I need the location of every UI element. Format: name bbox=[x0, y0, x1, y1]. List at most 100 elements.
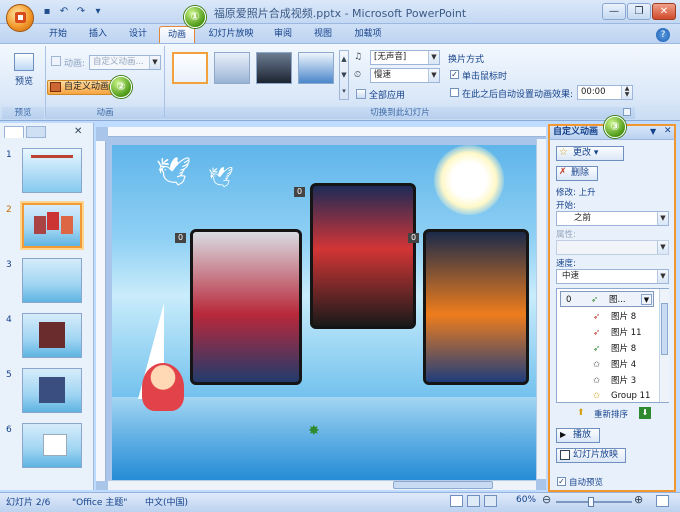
property-label: 属性: bbox=[556, 230, 576, 240]
player-photo-right[interactable] bbox=[423, 229, 529, 385]
modify-label: 修改: 上升 bbox=[556, 188, 596, 198]
zoom-in-icon[interactable]: ⊕ bbox=[634, 493, 643, 506]
preview-button[interactable]: 预览 bbox=[8, 50, 40, 92]
transition-fade[interactable] bbox=[214, 52, 250, 84]
move-down-icon[interactable]: ⬇ bbox=[639, 407, 651, 419]
tab-view[interactable]: 视图 bbox=[306, 26, 340, 43]
reorder-label: 重新排序 bbox=[594, 410, 629, 420]
outline-tab[interactable] bbox=[26, 126, 46, 138]
chevron-down-icon: ▼ bbox=[657, 241, 668, 254]
list-item[interactable]: ✩ Group 11 bbox=[557, 389, 659, 403]
list-item[interactable]: ✩ 图片 4 bbox=[557, 357, 659, 373]
sun-graphic bbox=[434, 145, 504, 215]
group-label-animation: 动画 bbox=[46, 107, 164, 119]
apply-all-button[interactable]: 全部应用 bbox=[369, 88, 405, 101]
cartoon-girl bbox=[142, 363, 184, 411]
vertical-ruler bbox=[96, 141, 106, 481]
anim-name: Group 11 bbox=[611, 391, 651, 401]
autopreview-checkbox[interactable]: ✓ bbox=[557, 477, 566, 486]
close-button[interactable]: ✕ bbox=[652, 3, 676, 20]
slide-thumbnail-3[interactable] bbox=[22, 258, 82, 303]
anim-name: 图片 8 bbox=[611, 312, 637, 322]
zoom-level[interactable]: 60% bbox=[516, 495, 536, 505]
start-dropdown[interactable]: 之前 ▼ bbox=[556, 211, 669, 226]
slide-thumbnail-1[interactable] bbox=[22, 148, 82, 193]
transition-cut[interactable] bbox=[298, 52, 334, 84]
move-up-icon[interactable]: ⬆ bbox=[577, 408, 585, 418]
tab-addins[interactable]: 加载项 bbox=[346, 26, 390, 43]
thumb-photo bbox=[61, 216, 73, 234]
tab-animations[interactable]: 动画 bbox=[159, 26, 195, 43]
language-indicator[interactable]: 中文(中国) bbox=[145, 495, 188, 508]
list-item[interactable]: ➶ 图片 8 bbox=[557, 341, 659, 357]
after-time-checkbox[interactable] bbox=[450, 88, 459, 97]
thumb-photo bbox=[43, 434, 67, 456]
group-label-transition: 切换到此幻灯片 bbox=[165, 107, 635, 119]
chevron-down-icon[interactable]: ▼ bbox=[641, 294, 652, 305]
speed-dropdown[interactable]: 中速 ▼ bbox=[556, 269, 669, 284]
close-pane-icon[interactable]: ✕ bbox=[664, 126, 672, 136]
slide-thumbnail-5[interactable] bbox=[22, 368, 82, 413]
player-photo-left[interactable] bbox=[190, 229, 302, 385]
list-item[interactable]: ➶ 图片 8 bbox=[557, 309, 659, 325]
speed-dropdown[interactable]: 慢速 ▼ bbox=[370, 68, 440, 83]
slide-thumbnail-6[interactable] bbox=[22, 423, 82, 468]
tab-insert[interactable]: 插入 bbox=[80, 26, 116, 43]
animation-dropdown[interactable]: 自定义动画... ▼ bbox=[89, 55, 161, 70]
thumb-photo bbox=[34, 216, 46, 234]
start-label: 开始: bbox=[556, 201, 576, 211]
zoom-slider[interactable] bbox=[556, 501, 632, 503]
start-value: 之前 bbox=[574, 213, 592, 223]
on-click-label: 单击鼠标时 bbox=[462, 72, 508, 82]
list-item[interactable]: 0 ➶ 图... ▼ bbox=[560, 291, 654, 307]
slideshow-view-icon[interactable] bbox=[484, 495, 497, 507]
advance-heading: 换片方式 bbox=[448, 55, 485, 65]
sorter-view-icon[interactable] bbox=[467, 495, 480, 507]
after-time-input[interactable]: 00:00 ▲ ▼ bbox=[577, 85, 633, 100]
on-click-checkbox[interactable]: ✓ bbox=[450, 70, 459, 79]
player-photo-center[interactable] bbox=[310, 183, 416, 329]
tab-home[interactable]: 开始 bbox=[40, 26, 76, 43]
close-pane-icon[interactable]: ✕ bbox=[74, 126, 82, 137]
gallery-scroll[interactable]: ▲ ▼ ▾ bbox=[339, 50, 349, 100]
list-item[interactable]: ✩ 图片 3 bbox=[557, 373, 659, 389]
tab-review[interactable]: 审阅 bbox=[266, 26, 300, 43]
custom-animation-icon bbox=[50, 82, 61, 92]
animation-tag: 0 bbox=[294, 187, 305, 197]
list-item[interactable]: ➶ 图片 11 bbox=[557, 325, 659, 341]
task-pane-title: 自定义动画 bbox=[553, 127, 599, 137]
thumb-photo bbox=[39, 377, 65, 403]
anim-order: 0 bbox=[566, 295, 572, 305]
slide-indicator: 幻灯片 2/6 bbox=[6, 498, 51, 508]
list-scrollbar[interactable] bbox=[659, 289, 669, 402]
normal-view-icon[interactable] bbox=[450, 495, 463, 507]
horizontal-ruler bbox=[108, 127, 546, 137]
tab-slideshow[interactable]: 幻灯片放映 bbox=[202, 26, 260, 43]
pane-options-icon[interactable]: ▼ bbox=[650, 127, 656, 136]
zoom-slider-thumb[interactable] bbox=[588, 497, 594, 507]
slide-thumbnail-4[interactable] bbox=[22, 313, 82, 358]
dialog-launcher-icon[interactable] bbox=[623, 108, 631, 116]
restore-button[interactable]: ❐ bbox=[627, 3, 651, 20]
zoom-out-icon[interactable]: ⊖ bbox=[542, 493, 551, 506]
fit-window-icon[interactable] bbox=[656, 495, 669, 507]
star-icon: ☆ bbox=[559, 147, 568, 158]
slides-tab[interactable] bbox=[4, 126, 24, 138]
chevron-down-icon: ▼ bbox=[149, 56, 160, 69]
sound-dropdown[interactable]: [无声音] ▼ bbox=[370, 50, 440, 65]
help-icon[interactable]: ? bbox=[656, 28, 670, 42]
scroll-thumb[interactable] bbox=[393, 481, 493, 489]
animation-dropdown-label: 动画: bbox=[64, 59, 86, 69]
office-button[interactable] bbox=[6, 4, 34, 32]
green-star-icon: ✸ bbox=[308, 423, 320, 439]
preview-icon bbox=[14, 53, 34, 71]
vertical-scrollbar[interactable] bbox=[536, 139, 546, 479]
slide-canvas[interactable]: 🕊 🕊 ✸ 0 0 0 bbox=[112, 145, 536, 480]
scroll-thumb[interactable] bbox=[661, 303, 668, 355]
transition-fade-black[interactable] bbox=[256, 52, 292, 84]
transition-none[interactable] bbox=[172, 52, 208, 84]
slide-thumbnail-2[interactable] bbox=[22, 203, 82, 248]
effect-icon: ➶ bbox=[593, 312, 601, 322]
minimize-button[interactable]: — bbox=[602, 3, 626, 20]
tab-design[interactable]: 设计 bbox=[120, 26, 156, 43]
